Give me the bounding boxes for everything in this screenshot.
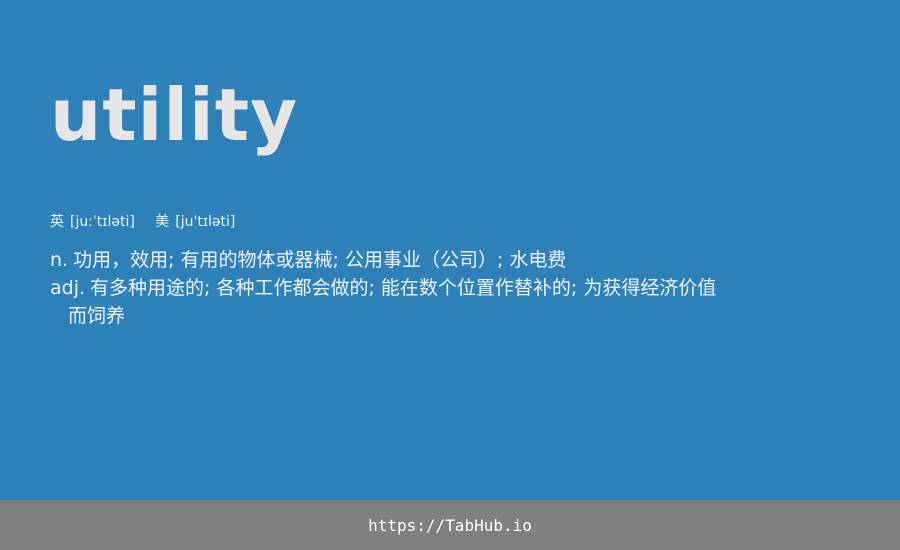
- definition-adjective: adj. 有多种用途的; 各种工作都会做的; 能在数个位置作替补的; 为获得经济价…: [50, 274, 730, 330]
- phonetic-us-tag: 美: [155, 214, 170, 230]
- definition-adjective-text: 有多种用途的; 各种工作都会做的; 能在数个位置作替补的; 为获得经济价值而饲养: [68, 277, 717, 327]
- phonetic-us-ipa: [ju'tɪləti]: [175, 214, 236, 230]
- word-card: utility 英 [juːˈtɪləti] 美 [ju'tɪləti] n. 功用，…: [0, 0, 900, 500]
- definition-noun-pos: n.: [50, 249, 69, 271]
- phonetics: 英 [juːˈtɪləti] 美 [ju'tɪləti]: [50, 212, 235, 232]
- phonetic-uk: 英 [juːˈtɪləti]: [50, 212, 135, 232]
- definition-noun-text: 功用，效用; 有用的物体或器械; 公用事业（公司）; 水电费: [73, 249, 567, 271]
- definitions: n. 功用，效用; 有用的物体或器械; 公用事业（公司）; 水电费 adj. 有多种…: [50, 246, 730, 330]
- definition-adjective-pos: adj.: [50, 277, 86, 299]
- phonetic-uk-tag: 英: [50, 214, 64, 230]
- phonetic-us: 美 [ju'tɪləti]: [155, 212, 235, 232]
- definition-noun: n. 功用，效用; 有用的物体或器械; 公用事业（公司）; 水电费: [50, 246, 730, 274]
- headword: utility: [50, 73, 299, 157]
- tabhub-link[interactable]: https://TabHub.io: [368, 516, 532, 535]
- footer-bar: https://TabHub.io: [0, 500, 900, 550]
- phonetic-uk-ipa: [juːˈtɪləti]: [70, 214, 135, 230]
